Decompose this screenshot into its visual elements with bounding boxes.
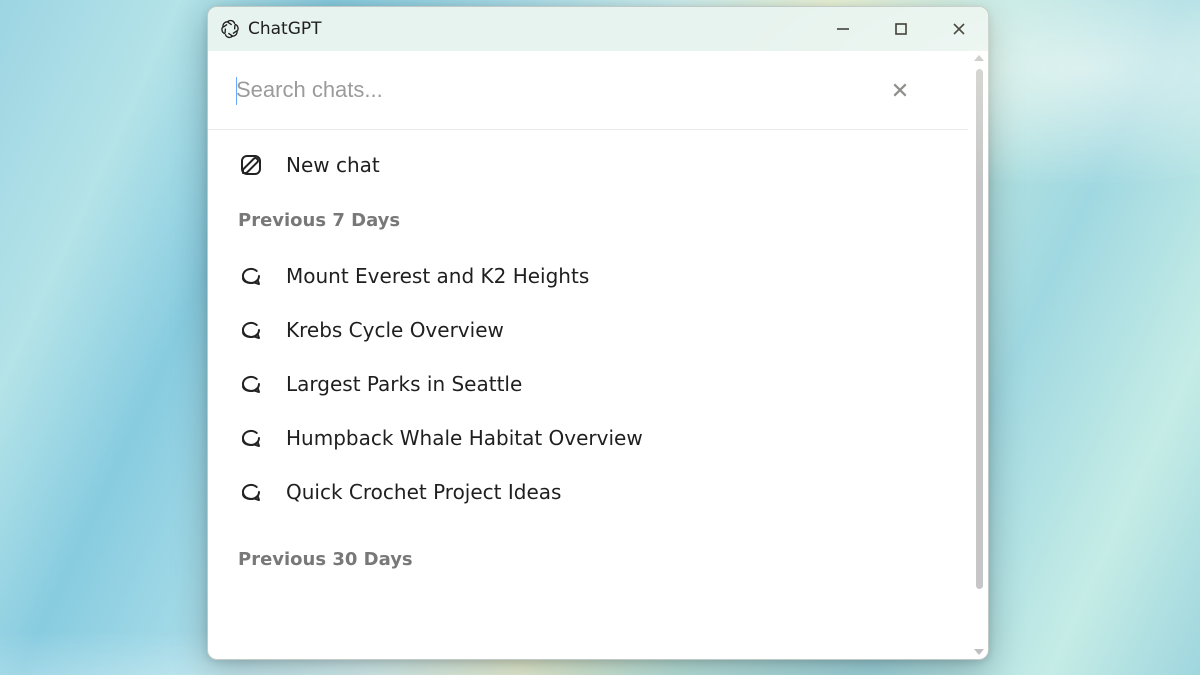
close-button[interactable] bbox=[930, 7, 988, 51]
search-input[interactable] bbox=[236, 77, 888, 103]
search-row bbox=[208, 51, 968, 130]
chat-item-label: Krebs Cycle Overview bbox=[286, 318, 504, 342]
chat-item-label: Mount Everest and K2 Heights bbox=[286, 264, 589, 288]
chat-group: Previous 30 Days bbox=[232, 541, 944, 588]
chat-bubble-icon bbox=[238, 479, 264, 505]
scrollbar-down-arrow-icon[interactable] bbox=[970, 645, 988, 659]
chat-item[interactable]: Krebs Cycle Overview bbox=[232, 303, 944, 357]
group-title: Previous 7 Days bbox=[232, 202, 944, 249]
new-chat-icon bbox=[238, 152, 264, 178]
chat-item[interactable]: Humpback Whale Habitat Overview bbox=[232, 411, 944, 465]
titlebar: ChatGPT bbox=[208, 7, 988, 51]
scrollbar-thumb[interactable] bbox=[976, 69, 983, 589]
openai-logo-icon bbox=[220, 19, 240, 39]
window-controls bbox=[814, 7, 988, 51]
new-chat-button[interactable]: New chat bbox=[232, 130, 944, 202]
group-title: Previous 30 Days bbox=[232, 541, 944, 588]
clear-search-button[interactable] bbox=[888, 78, 912, 102]
text-caret bbox=[236, 77, 237, 105]
scrollbar-up-arrow-icon[interactable] bbox=[970, 51, 988, 65]
maximize-button[interactable] bbox=[872, 7, 930, 51]
chat-item-label: Largest Parks in Seattle bbox=[286, 372, 522, 396]
chat-group: Previous 7 Days Mount Everest and K2 Hei… bbox=[232, 202, 944, 519]
vertical-scrollbar[interactable] bbox=[970, 51, 988, 659]
chat-item[interactable]: Quick Crochet Project Ideas bbox=[232, 465, 944, 519]
chat-bubble-icon bbox=[238, 425, 264, 451]
chat-item[interactable]: Largest Parks in Seattle bbox=[232, 357, 944, 411]
chat-item-label: Humpback Whale Habitat Overview bbox=[286, 426, 643, 450]
chat-item-label: Quick Crochet Project Ideas bbox=[286, 480, 561, 504]
chat-bubble-icon bbox=[238, 317, 264, 343]
app-window: ChatGPT bbox=[207, 6, 989, 660]
chat-bubble-icon bbox=[238, 371, 264, 397]
minimize-button[interactable] bbox=[814, 7, 872, 51]
window-title: ChatGPT bbox=[248, 19, 322, 39]
new-chat-label: New chat bbox=[286, 153, 380, 177]
chat-bubble-icon bbox=[238, 263, 264, 289]
content-area: New chat Previous 7 Days Mount Everest a… bbox=[208, 51, 988, 659]
chat-item[interactable]: Mount Everest and K2 Heights bbox=[232, 249, 944, 303]
